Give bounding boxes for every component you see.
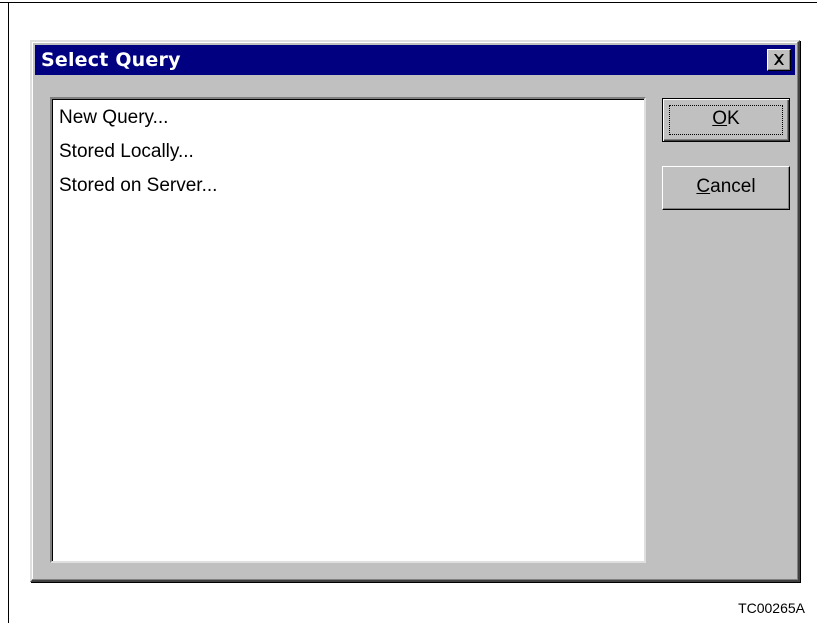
ok-button-label: OK xyxy=(712,108,739,129)
list-item-stored-on-server[interactable]: Stored on Server... xyxy=(59,175,217,197)
close-x-icon xyxy=(774,54,784,65)
cancel-label-rest: ancel xyxy=(710,176,756,197)
cancel-button[interactable]: Cancel xyxy=(662,166,790,210)
ok-mnemonic: O xyxy=(712,108,728,129)
document-frame-top xyxy=(0,2,817,3)
figure-id-label: TC00265A xyxy=(738,600,805,616)
dialog-title: Select Query xyxy=(41,49,181,71)
select-query-dialog: Select Query New Query... Stored Locally… xyxy=(30,40,800,582)
cancel-button-label: Cancel xyxy=(696,176,755,197)
title-bar[interactable]: Select Query xyxy=(35,45,795,75)
list-item-stored-locally[interactable]: Stored Locally... xyxy=(59,141,194,163)
ok-label-rest: K xyxy=(727,108,740,129)
ok-button[interactable]: OK xyxy=(662,98,790,142)
cancel-mnemonic: C xyxy=(696,176,711,197)
document-frame-left xyxy=(8,2,9,623)
list-item-new-query[interactable]: New Query... xyxy=(59,107,168,129)
query-listbox[interactable]: New Query... Stored Locally... Stored on… xyxy=(50,97,646,563)
close-button[interactable] xyxy=(767,49,791,71)
